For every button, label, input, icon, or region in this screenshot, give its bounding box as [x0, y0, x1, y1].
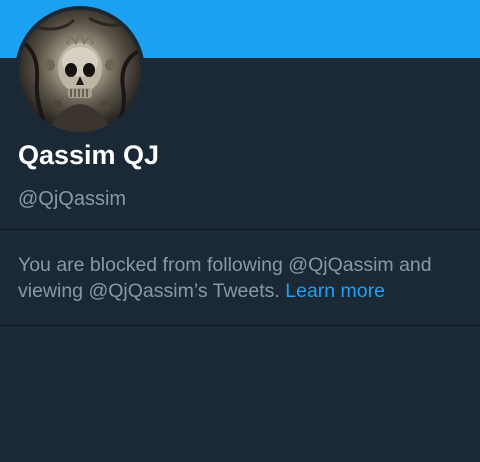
divider: [0, 229, 480, 230]
profile-display-name: Qassim QJ: [18, 140, 160, 170]
avatar[interactable]: [15, 6, 145, 136]
divider: [0, 325, 480, 326]
learn-more-link[interactable]: Learn more: [285, 280, 385, 302]
profile-handle: @QjQassim: [18, 188, 127, 210]
skull-avatar-icon: [19, 10, 141, 132]
blocked-notice: You are blocked from following @QjQassim…: [18, 252, 468, 304]
